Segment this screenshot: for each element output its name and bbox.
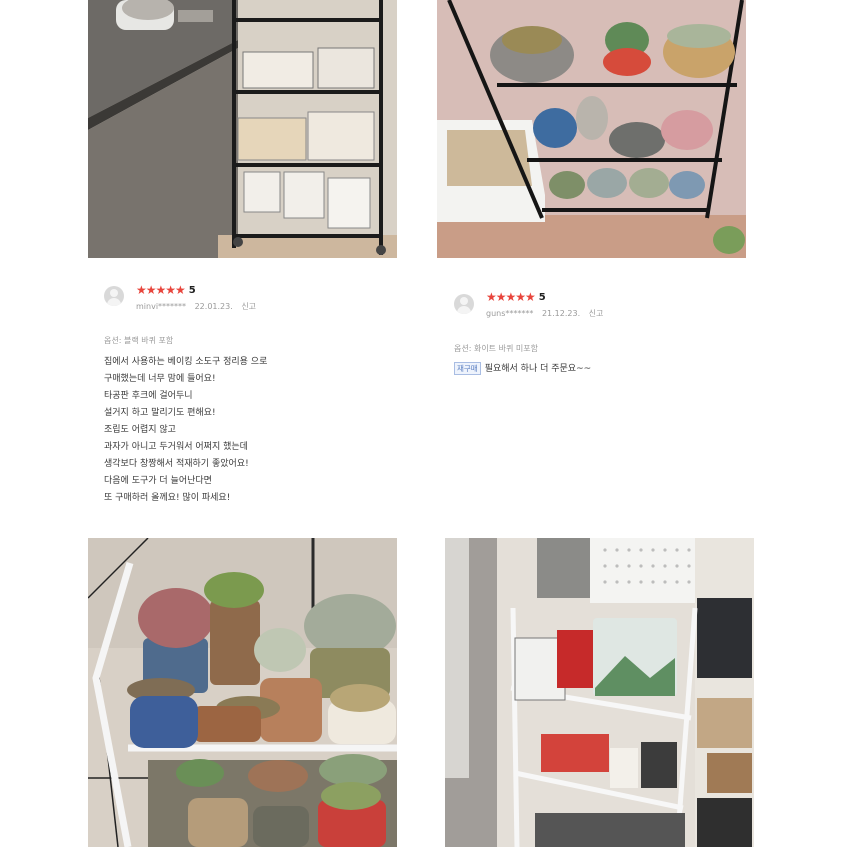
review-date: 21.12.23. xyxy=(541,309,581,318)
review-body: 재구매 필요해서 하나 더 주문요~~ xyxy=(454,361,591,378)
star-rating-icons: ★★★★★ xyxy=(136,283,186,297)
user-avatar xyxy=(454,294,474,314)
rating-row: ★★★★★ 5 xyxy=(486,290,546,304)
review-line: 설거지 하고 말리기도 편해요! xyxy=(104,408,216,418)
review-meta: minvi******* 22.01.23. 신고 xyxy=(136,301,262,312)
review-line: 구매했는데 너무 맘에 들어요! xyxy=(104,374,216,384)
review-photo-black-shelf[interactable] xyxy=(437,0,746,258)
purchase-option: 옵션: 블랙 바퀴 포함 xyxy=(104,336,174,345)
purchase-option: 옵션: 화이트 바퀴 미포함 xyxy=(454,344,538,353)
review-card-2: ★★★★★ 5 guns******* 21.12.23. 신고 옵션: 화이트… xyxy=(450,288,770,388)
report-link[interactable]: 신고 xyxy=(241,302,256,311)
repurchase-badge: 재구매 xyxy=(454,362,481,375)
rating-row: ★★★★★ 5 xyxy=(136,283,196,297)
review-date: 22.01.23. xyxy=(194,302,233,311)
review-photo-white-cart[interactable] xyxy=(445,538,754,847)
review-line: 다음에 도구가 더 늘어난다면 xyxy=(104,476,212,486)
review-body: 집에서 사용하는 베이킹 소도구 정리용 으로 구매했는데 너무 맘에 들어요!… xyxy=(104,354,267,507)
rating-score: 5 xyxy=(538,291,546,303)
review-line: 조립도 어렵지 않고 xyxy=(104,425,176,435)
review-username: guns******* xyxy=(486,309,534,318)
review-line: 필요해서 하나 더 주문요~~ xyxy=(484,364,592,374)
rating-score: 5 xyxy=(188,284,196,296)
review-line: 과자가 아니고 두거워서 어쩌지 했는데 xyxy=(104,442,248,452)
report-link[interactable]: 신고 xyxy=(589,309,604,318)
review-line: 집에서 사용하는 베이킹 소도구 정리용 으로 xyxy=(104,357,268,367)
review-line: 타공판 후크에 걸어두니 xyxy=(104,391,193,401)
user-avatar xyxy=(104,286,124,306)
review-line: 또 구매하러 올께요! 많이 파세요! xyxy=(104,493,231,503)
review-photo-black-cart[interactable] xyxy=(88,0,397,258)
review-line: 생각보다 창짱해서 적재하기 좋았어요! xyxy=(104,459,249,469)
review-username: minvi******* xyxy=(136,302,187,311)
review-card-1: ★★★★★ 5 minvi******* 22.01.23. 신고 옵션: 블랙… xyxy=(100,280,420,510)
review-photo-white-shelf[interactable] xyxy=(88,538,397,847)
star-rating-icons: ★★★★★ xyxy=(486,290,536,304)
review-meta: guns******* 21.12.23. 신고 xyxy=(486,308,609,319)
